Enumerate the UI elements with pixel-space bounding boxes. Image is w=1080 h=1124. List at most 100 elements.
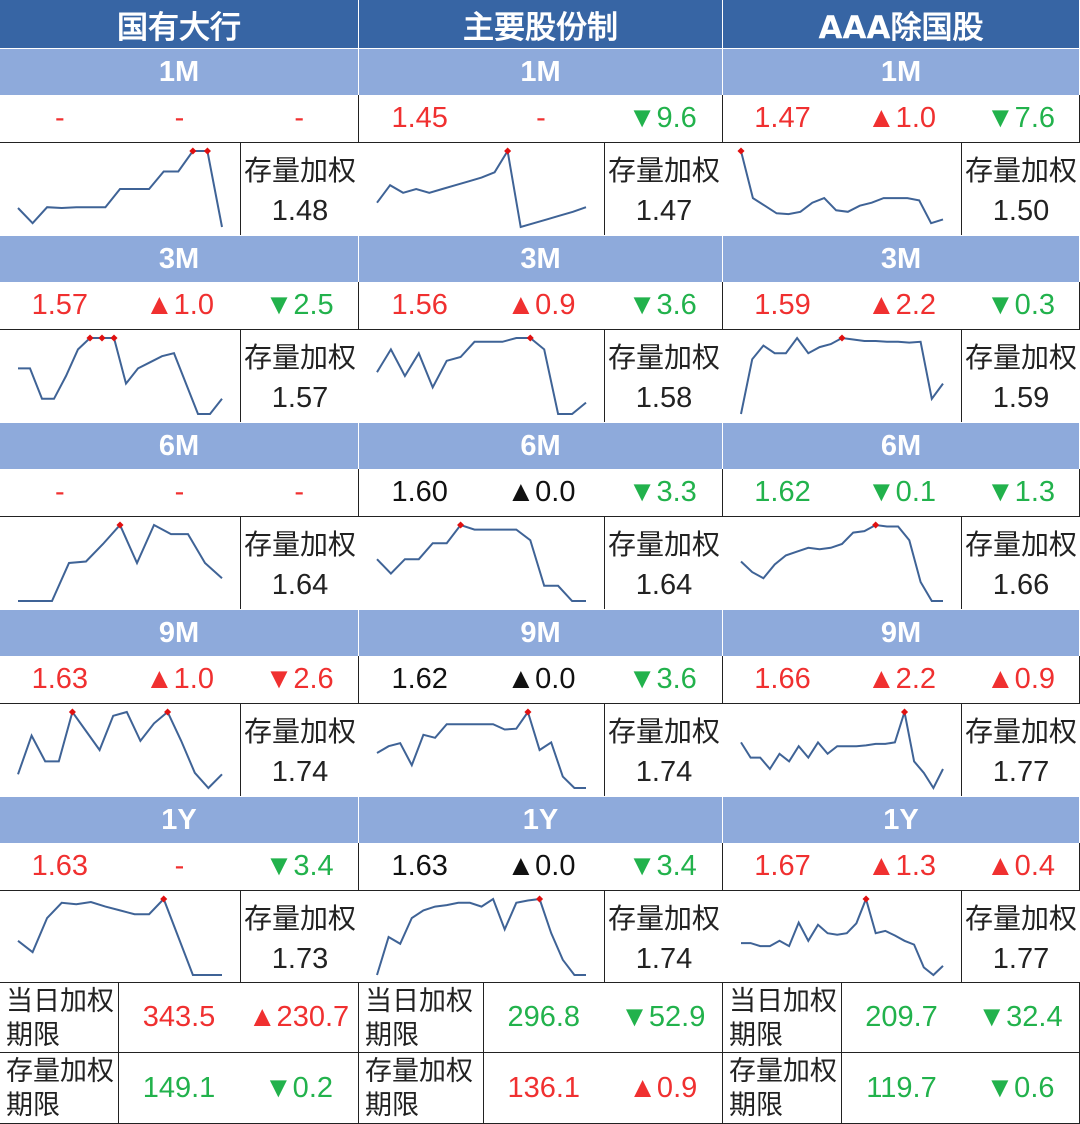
column-title: 国有大行 bbox=[0, 0, 359, 48]
sparkline-peak-marker bbox=[203, 147, 211, 155]
stock-weighted-label: 存量加权 bbox=[964, 902, 1077, 935]
daily-change: ▲1.0 bbox=[144, 289, 214, 321]
stock-weighted-value: 1.74 bbox=[635, 943, 693, 975]
daily-change: ▼0.1 bbox=[866, 476, 937, 508]
daily-change: - bbox=[536, 102, 546, 134]
daily-change: ▲0.0 bbox=[506, 663, 576, 695]
sparkline-chart bbox=[18, 334, 223, 415]
stock-weighted-term-value: 149.1 bbox=[119, 1053, 239, 1124]
value-row: 1.60 ▲0.0 ▼3.3 bbox=[359, 469, 723, 516]
stock-weighted-label: 存量加权 bbox=[607, 715, 720, 748]
stock-weighted-cell: 存量加权 1.77 bbox=[961, 891, 1080, 983]
stock-weighted-cell: 存量加权 1.77 bbox=[961, 704, 1080, 796]
tenor-header: 1Y bbox=[0, 796, 359, 843]
latest-rate: 1.63 bbox=[31, 663, 89, 695]
sparkline-peak-marker bbox=[900, 708, 909, 716]
stock-weighted-value: 1.74 bbox=[635, 756, 693, 788]
sparkline-series bbox=[376, 148, 587, 229]
tenor-header: 6M bbox=[359, 422, 723, 469]
sparkline-chart bbox=[737, 147, 944, 225]
weekly-change: ▼2.5 bbox=[264, 289, 334, 321]
weekly-change: - bbox=[294, 102, 304, 134]
daily-weighted-term-label: 当日加权期限 bbox=[359, 983, 484, 1053]
sparkline-series bbox=[740, 711, 944, 791]
stock-weighted-label: 存量加权 bbox=[243, 902, 356, 935]
column-title: 主要股份制 bbox=[359, 0, 723, 48]
sparkline-chart bbox=[741, 895, 944, 977]
sparkline-peak-marker bbox=[737, 147, 745, 155]
sparkline-row: 存量加权 1.74 bbox=[0, 703, 359, 796]
stock-weighted-label: 存量加权 bbox=[964, 715, 1077, 748]
value-row: 1.63 ▲1.0 ▼2.6 bbox=[0, 656, 359, 703]
sparkline-chart bbox=[740, 708, 944, 791]
stock-weighted-label: 存量加权 bbox=[243, 715, 356, 748]
value-row: --- bbox=[0, 95, 359, 142]
weekly-change: ▼7.6 bbox=[985, 102, 1056, 134]
stock-weighted-label: 存量加权 bbox=[243, 154, 356, 187]
daily-weighted-term-change: ▲230.7 bbox=[239, 983, 359, 1053]
weekly-change: ▼0.3 bbox=[985, 289, 1056, 321]
daily-weighted-term-change: ▼32.4 bbox=[961, 983, 1080, 1053]
stock-weighted-value: 1.66 bbox=[992, 569, 1050, 601]
value-row: 1.47 ▲1.0 ▼7.6 bbox=[723, 95, 1080, 142]
sparkline-series bbox=[740, 523, 943, 602]
stock-weighted-term-change: ▼0.6 bbox=[961, 1053, 1080, 1124]
sparkline-peak-marker bbox=[862, 895, 870, 903]
sparkline-row: 存量加权 1.64 bbox=[359, 516, 723, 609]
daily-change: ▲2.2 bbox=[866, 289, 937, 321]
value-row: 1.62 ▼0.1 ▼1.3 bbox=[723, 469, 1080, 516]
stock-weighted-cell: 存量加权 1.74 bbox=[604, 704, 723, 796]
column-1: 国有大行 1M - - - 存量加权 1.48 3M 1.57 ▲1.0 ▼2.5 存量加权 1.57 6… bbox=[0, 0, 359, 983]
stock-weighted-label: 存量加权 bbox=[964, 341, 1077, 374]
weekly-change: ▼1.3 bbox=[985, 476, 1056, 508]
sparkline-row: 存量加权 1.48 bbox=[0, 142, 359, 235]
stock-weighted-value: 1.64 bbox=[635, 569, 693, 601]
tenor-header: 1Y bbox=[359, 796, 723, 843]
weekly-change: - bbox=[294, 476, 304, 508]
value-row: 1.57 ▲1.0 ▼2.5 bbox=[0, 282, 359, 329]
sparkline-chart bbox=[740, 334, 944, 415]
stock-weighted-value: 1.59 bbox=[992, 382, 1050, 414]
value-row: 1.63 - ▼3.4 bbox=[0, 843, 359, 890]
sparkline-row: 存量加权 1.57 bbox=[0, 329, 359, 422]
tenor-header: 9M bbox=[359, 609, 723, 656]
sparkline-series bbox=[376, 523, 586, 602]
stock-weighted-term-label: 存量加权期限 bbox=[723, 1053, 842, 1124]
weekly-change: ▼2.6 bbox=[264, 663, 334, 695]
daily-weighted-term-label: 当日加权期限 bbox=[0, 983, 119, 1053]
stock-weighted-value: 1.77 bbox=[992, 943, 1050, 975]
weekly-change: ▼3.3 bbox=[627, 476, 697, 508]
value-row: 1.66 ▲2.2 ▲0.9 bbox=[723, 656, 1080, 703]
sparkline-row: 存量加权 1.64 bbox=[0, 516, 359, 609]
sparkline-chart bbox=[376, 147, 587, 229]
stock-weighted-value: 1.74 bbox=[271, 756, 329, 788]
latest-rate: 1.67 bbox=[754, 850, 811, 882]
stock-weighted-cell: 存量加权 1.47 bbox=[604, 143, 723, 235]
latest-rate: 1.63 bbox=[31, 850, 89, 882]
daily-weighted-term-value: 296.8 bbox=[484, 983, 604, 1053]
sparkline-row: 存量加权 1.77 bbox=[723, 703, 1080, 796]
tenor-header: 1M bbox=[0, 48, 359, 95]
tenor-header: 1M bbox=[359, 48, 723, 95]
stock-weighted-cell: 存量加权 1.48 bbox=[240, 143, 359, 235]
stock-weighted-term-label: 存量加权期限 bbox=[359, 1053, 484, 1124]
stock-weighted-label: 存量加权 bbox=[607, 902, 720, 935]
column-title: AAA除国股 bbox=[723, 0, 1080, 48]
daily-weighted-term-label: 当日加权期限 bbox=[723, 983, 842, 1053]
latest-rate: 1.63 bbox=[391, 850, 448, 882]
stock-weighted-label: 存量加权 bbox=[607, 528, 720, 561]
daily-change: ▲1.3 bbox=[866, 850, 937, 882]
daily-weighted-term-value: 343.5 bbox=[119, 983, 239, 1053]
sparkline-row: 存量加权 1.73 bbox=[0, 890, 359, 983]
rate-dashboard: 国有大行 1M - - - 存量加权 1.48 3M 1.57 ▲1.0 ▼2.5 存量加权 1.57 6… bbox=[0, 0, 1080, 1124]
daily-change: - bbox=[174, 850, 185, 882]
tenor-header: 3M bbox=[0, 235, 359, 282]
sparkline-series bbox=[17, 709, 223, 790]
value-row: --- bbox=[0, 469, 359, 516]
sparkline-series bbox=[17, 150, 223, 228]
value-row: 1.45 - ▼9.6 bbox=[359, 95, 723, 142]
weekly-change: ▼3.4 bbox=[627, 850, 697, 882]
weighted-term-summary: 当日加权期限 343.5 ▲230.7 存量加权期限 149.1 ▼0.2 当日加权期限 29… bbox=[0, 982, 1080, 1124]
tenor-header: 9M bbox=[723, 609, 1080, 656]
sparkline-series bbox=[740, 150, 944, 225]
